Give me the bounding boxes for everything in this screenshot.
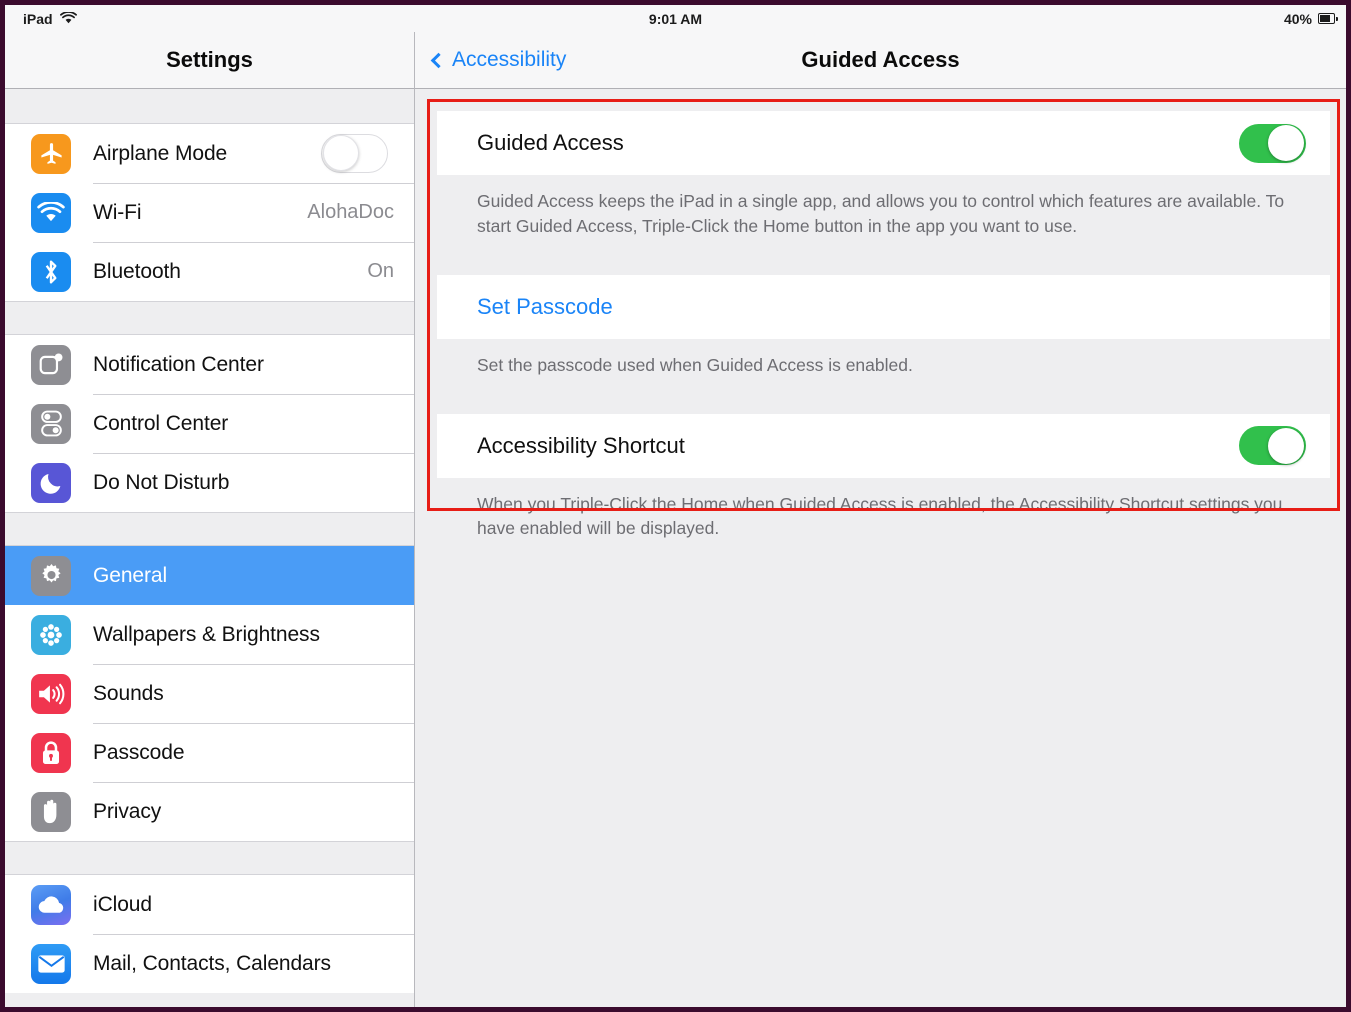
hand-icon (31, 791, 71, 832)
sidebar-item-label: Wi-Fi (93, 200, 142, 224)
device-label: iPad (23, 10, 53, 27)
sidebar-item-label: Airplane Mode (93, 141, 228, 165)
guided-access-settings-list: Guided Access Guided Access keeps the iPa… (437, 111, 1330, 560)
back-button-accessibility[interactable]: Accessibility (430, 48, 567, 72)
speaker-icon (31, 673, 71, 714)
chevron-left-icon (430, 52, 447, 68)
sidebar-group-separator (5, 512, 414, 546)
notification-center-icon (31, 344, 71, 385)
back-button-label: Accessibility (452, 48, 567, 71)
setting-row-label: Guided Access (477, 130, 624, 155)
status-bar-left: iPad (23, 11, 77, 27)
toggle-airplane-mode[interactable] (321, 134, 388, 173)
sidebar-item-label: Mail, Contacts, Calendars (93, 951, 331, 975)
sidebar-item-wi-fi[interactable]: Wi-Fi AlohaDoc (5, 183, 414, 242)
status-bar-time: 9:01 AM (648, 10, 703, 27)
setting-description: Guided Access keeps the iPad in a single… (437, 175, 1330, 257)
sidebar-item-label: Privacy (93, 799, 162, 823)
sidebar-item-do-not-disturb[interactable]: Do Not Disturb (5, 453, 414, 512)
switch-knob (1268, 125, 1304, 161)
sidebar-group: iCloud Mail, Contacts, Calendars (5, 875, 414, 993)
sidebar-scroll-area[interactable]: Airplane Mode Wi-Fi AlohaDoc Bluetooth On Not… (5, 89, 414, 1007)
sidebar-item-label: iCloud (93, 892, 152, 916)
sidebar-item-label: Bluetooth (93, 259, 181, 283)
sidebar-item-value: AlohaDoc (307, 201, 394, 223)
detail-pane: Accessibility Guided Access Guided Acces… (415, 32, 1346, 1007)
toggle-accessibility-shortcut[interactable] (1239, 426, 1306, 466)
detail-body: Guided Access Guided Access keeps the iPa… (415, 89, 1346, 1007)
sidebar-item-label: Control Center (93, 411, 229, 435)
status-bar: iPad 9:01 AM 40% (5, 5, 1346, 32)
toggle-guided-access[interactable] (1239, 123, 1306, 163)
cloud-icon (31, 884, 71, 925)
sidebar-item-general[interactable]: General (5, 546, 414, 605)
sidebar-item-label: General (93, 563, 168, 587)
moon-icon (31, 462, 71, 503)
battery-percent-label: 40% (1283, 10, 1312, 27)
sidebar-item-airplane-mode[interactable]: Airplane Mode (5, 124, 414, 183)
switch-knob (323, 135, 359, 171)
sidebar-item-privacy[interactable]: Privacy (5, 782, 414, 841)
sidebar-group: General Wallpapers & Brightness Sounds Pass… (5, 546, 414, 841)
sidebar-item-control-center[interactable]: Control Center (5, 394, 414, 453)
gear-icon (31, 555, 71, 596)
sidebar-item-icloud[interactable]: iCloud (5, 875, 414, 934)
screenshot-frame: iPad 9:01 AM 40% Settings Airplane Mode … (0, 0, 1351, 1012)
wifi-icon (59, 10, 77, 27)
control-center-icon (31, 403, 71, 444)
wallpaper-icon (31, 614, 71, 655)
section-spacer (437, 395, 1330, 414)
setting-row-label: Set Passcode (477, 293, 613, 319)
sidebar-item-wallpapers-brightness[interactable]: Wallpapers & Brightness (5, 605, 414, 664)
sidebar-group: Airplane Mode Wi-Fi AlohaDoc Bluetooth On (5, 124, 414, 301)
sidebar-item-label: Wallpapers & Brightness (93, 622, 320, 646)
setting-description: When you Triple-Click the Home when Guid… (437, 477, 1330, 560)
sidebar-group-separator (5, 89, 414, 124)
sidebar-item-value: On (367, 260, 394, 282)
sidebar-item-label: Do Not Disturb (93, 470, 230, 494)
sidebar-group: Notification Center Control Center Do Not … (5, 335, 414, 512)
sidebar-group-separator (5, 841, 414, 875)
status-bar-right: 40% (1283, 10, 1338, 27)
battery-icon (1318, 13, 1338, 24)
sidebar-item-label: Sounds (93, 681, 164, 705)
setting-row-guided-access[interactable]: Guided Access (437, 111, 1330, 175)
wifi-icon (31, 192, 71, 233)
sidebar-item-notification-center[interactable]: Notification Center (5, 335, 414, 394)
device-body: Settings Airplane Mode Wi-Fi AlohaDoc Bluet… (5, 32, 1346, 1007)
sidebar-item-label: Passcode (93, 740, 185, 764)
switch-knob (1268, 427, 1304, 464)
mail-icon (31, 943, 71, 984)
sidebar-item-bluetooth[interactable]: Bluetooth On (5, 242, 414, 301)
section-spacer (437, 256, 1330, 275)
setting-row-accessibility-shortcut[interactable]: Accessibility Shortcut (437, 413, 1330, 478)
settings-sidebar: Settings Airplane Mode Wi-Fi AlohaDoc Bluet… (5, 32, 415, 1007)
bluetooth-icon (31, 251, 71, 292)
sidebar-item-sounds[interactable]: Sounds (5, 664, 414, 723)
ipad-settings-app: iPad 9:01 AM 40% Settings Airplane Mode … (5, 5, 1346, 1007)
detail-header: Accessibility Guided Access (415, 32, 1346, 89)
sidebar-group-separator (5, 301, 414, 335)
setting-description: Set the passcode used when Guided Access… (437, 338, 1330, 396)
sidebar-title: Settings (5, 32, 414, 89)
sidebar-item-mail-contacts-calendars[interactable]: Mail, Contacts, Calendars (5, 934, 414, 993)
sidebar-item-passcode[interactable]: Passcode (5, 723, 414, 782)
airplane-icon (31, 133, 71, 174)
setting-row-set-passcode[interactable]: Set Passcode (437, 274, 1330, 339)
sidebar-item-label: Notification Center (93, 352, 264, 376)
lock-icon (31, 732, 71, 773)
setting-row-label: Accessibility Shortcut (477, 432, 685, 458)
